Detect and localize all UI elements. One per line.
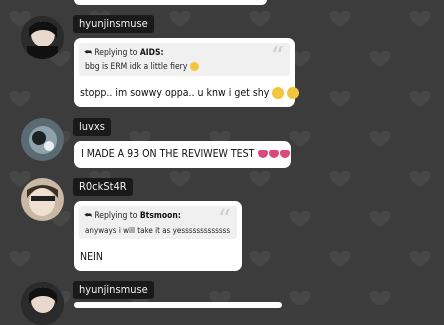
username-tag[interactable]: hyunjinsmuse — [73, 281, 154, 299]
tongue-emoji — [258, 150, 269, 158]
message-bubble-fragment — [74, 302, 282, 308]
reply-header: ⮪ Replying to Btsmoon: — [84, 211, 181, 221]
reply-quote[interactable]: ⮪ Replying to AIDS: bbg is ERM idk a lit… — [79, 43, 290, 76]
avatar[interactable] — [21, 118, 64, 161]
tongue-emoji — [269, 150, 280, 158]
tongue-emoji — [280, 150, 291, 158]
avatar[interactable] — [21, 282, 64, 325]
reply-arrow-icon: ⮪ — [84, 48, 92, 58]
reply-target: Btsmoon: — [139, 211, 181, 221]
quote-icon: “ — [217, 205, 231, 235]
message-text: stopp.. im sowwy oppa.. u knw i get shy — [80, 87, 300, 99]
username-tag[interactable]: R0ckSt4R — [73, 178, 133, 196]
message-bubble[interactable]: ⮪ Replying to AIDS: bbg is ERM idk a lit… — [74, 38, 300, 107]
avatar[interactable] — [21, 178, 64, 221]
pleading-face-emoji — [189, 62, 199, 71]
reply-prefix: Replying to — [94, 48, 138, 58]
username-tag[interactable]: luvxs — [73, 118, 111, 136]
quote-icon: “ — [270, 42, 284, 72]
reply-snippet: anyways i will take it as yessssssssssss… — [85, 226, 231, 235]
message-text: NEIN — [80, 251, 103, 263]
reply-target: AIDS: — [139, 48, 164, 58]
username-tag[interactable]: hyunjinsmuse — [73, 15, 154, 33]
avatar[interactable] — [21, 16, 64, 59]
message-text: I MADE A 93 ON THE REVIWEW TEST — [81, 148, 291, 160]
previous-message-bubble-fragment — [74, 0, 267, 5]
pleading-face-emoji — [287, 87, 300, 99]
reply-header: ⮪ Replying to AIDS: — [84, 48, 164, 58]
reply-quote[interactable]: ⮪ Replying to Btsmoon: anyways i will ta… — [79, 206, 237, 239]
reply-prefix: Replying to — [94, 211, 138, 221]
pleading-face-emoji — [272, 87, 285, 99]
reply-snippet: bbg is ERM idk a little fiery — [85, 62, 199, 72]
message-bubble[interactable]: I MADE A 93 ON THE REVIWEW TEST — [74, 141, 291, 168]
message-bubble[interactable]: ⮪ Replying to Btsmoon: anyways i will ta… — [74, 201, 242, 271]
reply-arrow-icon: ⮪ — [84, 211, 92, 221]
